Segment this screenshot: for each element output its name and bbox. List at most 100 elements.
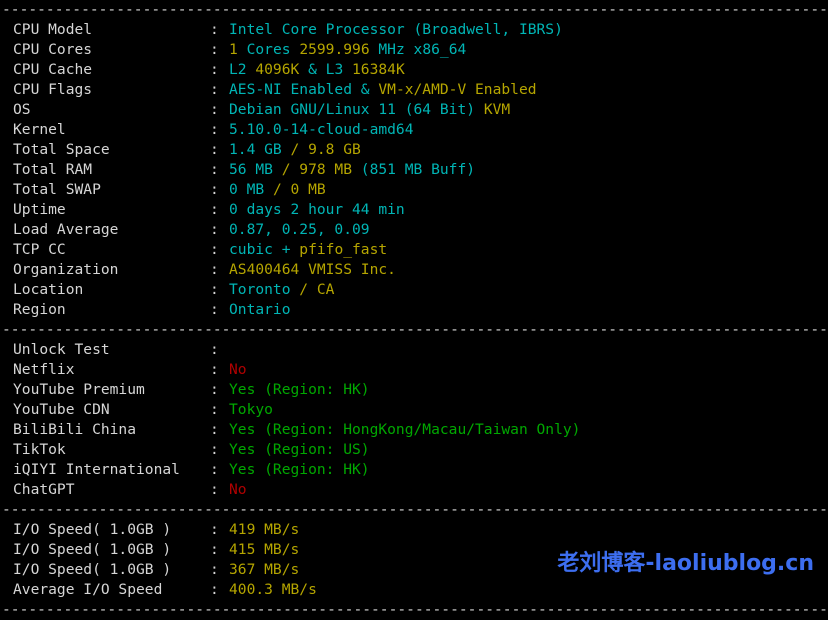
row-value: Toronto / CA: [229, 281, 334, 298]
row-colon: :: [210, 220, 229, 240]
value-segment: / 0 MB: [273, 181, 326, 198]
row-label: YouTube CDN: [0, 400, 210, 420]
row-value: No: [229, 481, 247, 498]
row-colon: :: [210, 300, 229, 320]
row-colon: :: [210, 520, 229, 540]
row-label: Location: [0, 280, 210, 300]
row-label: iQIYI International: [0, 460, 210, 480]
row-value: 56 MB / 978 MB (851 MB Buff): [229, 161, 475, 178]
row-colon: :: [210, 560, 229, 580]
row-value: 400.3 MB/s: [229, 581, 317, 598]
info-row: Organization:AS400464 VMISS Inc.: [0, 260, 828, 280]
row-label: BiliBili China: [0, 420, 210, 440]
row-value: Yes (Region: HongKong/Macau/Taiwan Only): [229, 421, 580, 438]
value-segment: Yes (Region: HK): [229, 461, 370, 478]
row-label: CPU Model: [0, 20, 210, 40]
info-row: YouTube CDN:Tokyo: [0, 400, 828, 420]
info-row: iQIYI International:Yes (Region: HK): [0, 460, 828, 480]
value-segment: Debian GNU/Linux 11 (64 Bit): [229, 101, 484, 118]
info-row: OS:Debian GNU/Linux 11 (64 Bit) KVM: [0, 100, 828, 120]
row-label: CPU Flags: [0, 80, 210, 100]
row-colon: :: [210, 340, 229, 360]
info-row: YouTube Premium:Yes (Region: HK): [0, 380, 828, 400]
row-label: ChatGPT: [0, 480, 210, 500]
row-label: Organization: [0, 260, 210, 280]
value-segment: 419 MB/s: [229, 521, 299, 538]
row-label: TikTok: [0, 440, 210, 460]
row-colon: :: [210, 200, 229, 220]
info-row: Total RAM:56 MB / 978 MB (851 MB Buff): [0, 160, 828, 180]
info-row: I/O Speed( 1.0GB ):419 MB/s: [0, 520, 828, 540]
row-label: Uptime: [0, 200, 210, 220]
row-value: No: [229, 361, 247, 378]
row-value: 419 MB/s: [229, 521, 299, 538]
row-label: I/O Speed( 1.0GB ): [0, 540, 210, 560]
info-row: Kernel:5.10.0-14-cloud-amd64: [0, 120, 828, 140]
info-row: I/O Speed( 1.0GB ):367 MB/s: [0, 560, 828, 580]
row-colon: :: [210, 180, 229, 200]
row-colon: :: [210, 40, 229, 60]
value-segment: Toronto: [229, 281, 299, 298]
info-row: TikTok:Yes (Region: US): [0, 440, 828, 460]
value-segment: Cores: [238, 41, 300, 58]
info-row: CPU Cores:1 Cores 2599.996 MHz x86_64: [0, 40, 828, 60]
value-segment: 2599.996: [299, 41, 369, 58]
row-value: 5.10.0-14-cloud-amd64: [229, 121, 414, 138]
row-value: 367 MB/s: [229, 561, 299, 578]
info-row: Netflix:No: [0, 360, 828, 380]
row-colon: :: [210, 460, 229, 480]
value-segment: 16384K: [352, 61, 405, 78]
row-label: Total SWAP: [0, 180, 210, 200]
row-label: Region: [0, 300, 210, 320]
info-row: ChatGPT:No: [0, 480, 828, 500]
value-segment: No: [229, 361, 247, 378]
row-value: Yes (Region: US): [229, 441, 370, 458]
row-colon: :: [210, 580, 229, 600]
value-segment: / 9.8 GB: [291, 141, 361, 158]
info-row: Average I/O Speed:400.3 MB/s: [0, 580, 828, 600]
row-value: Tokyo: [229, 401, 273, 418]
info-row: CPU Model:Intel Core Processor (Broadwel…: [0, 20, 828, 40]
info-row: Total SWAP:0 MB / 0 MB: [0, 180, 828, 200]
row-colon: :: [210, 60, 229, 80]
row-value: AS400464 VMISS Inc.: [229, 261, 396, 278]
section-io-speed: I/O Speed( 1.0GB ):419 MB/sI/O Speed( 1.…: [0, 520, 828, 600]
row-label: CPU Cores: [0, 40, 210, 60]
row-colon: :: [210, 140, 229, 160]
row-colon: :: [210, 380, 229, 400]
row-colon: :: [210, 280, 229, 300]
row-value: Yes (Region: HK): [229, 381, 370, 398]
info-row: CPU Flags:AES-NI Enabled & VM-x/AMD-V En…: [0, 80, 828, 100]
info-row: Unlock Test:: [0, 340, 828, 360]
row-value: Yes (Region: HK): [229, 461, 370, 478]
value-segment: & L3: [299, 61, 352, 78]
row-colon: :: [210, 440, 229, 460]
value-segment: 5.10.0-14-cloud-amd64: [229, 121, 414, 138]
value-segment: No: [229, 481, 247, 498]
value-segment: 367 MB/s: [229, 561, 299, 578]
row-value: Debian GNU/Linux 11 (64 Bit) KVM: [229, 101, 510, 118]
value-segment: L2: [229, 61, 255, 78]
row-colon: :: [210, 160, 229, 180]
row-colon: :: [210, 260, 229, 280]
row-label: Load Average: [0, 220, 210, 240]
value-segment: Tokyo: [229, 401, 273, 418]
row-label: Total RAM: [0, 160, 210, 180]
value-segment: cubic +: [229, 241, 299, 258]
value-segment: MHz: [370, 41, 414, 58]
row-label: OS: [0, 100, 210, 120]
row-colon: :: [210, 400, 229, 420]
row-value: cubic + pfifo_fast: [229, 241, 387, 258]
row-value: 0 days 2 hour 44 min: [229, 201, 405, 218]
info-row: Total Space:1.4 GB / 9.8 GB: [0, 140, 828, 160]
row-value: L2 4096K & L3 16384K: [229, 61, 405, 78]
value-segment: VM-x/AMD-V Enabled: [378, 81, 536, 98]
info-row: Location:Toronto / CA: [0, 280, 828, 300]
terminal-window: ----------------------------------------…: [0, 0, 828, 612]
value-segment: 4096K: [255, 61, 299, 78]
row-label: CPU Cache: [0, 60, 210, 80]
row-colon: :: [210, 540, 229, 560]
value-segment: 400.3 MB/s: [229, 581, 317, 598]
value-segment: Yes (Region: US): [229, 441, 370, 458]
row-label: Netflix: [0, 360, 210, 380]
